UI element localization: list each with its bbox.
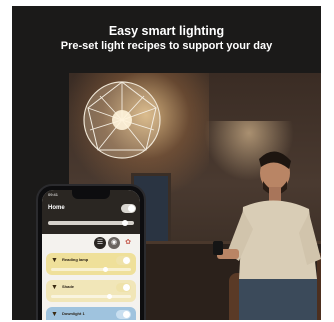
room-brightness-slider[interactable] (48, 220, 134, 226)
palette-icon[interactable]: ✿ (122, 237, 134, 249)
light-toggle[interactable] (116, 310, 131, 319)
headline: Easy smart lighting Pre-set light recipe… (12, 24, 321, 53)
light-card-reading-lamp[interactable]: ▼ Reading lamp (46, 253, 136, 275)
light-name: Downlight 1 (62, 311, 85, 316)
toggle-knob (123, 284, 130, 291)
lamp-icon: ▼ (51, 284, 58, 291)
smartphone: 09:41 Home ☰ ◉ ✿ ▼ Reading lamp ▼ Shade (36, 184, 146, 320)
man-with-phone (213, 151, 321, 320)
toggle-knob (123, 311, 130, 318)
slider-thumb[interactable] (122, 220, 128, 226)
headline-title: Easy smart lighting (108, 24, 225, 38)
light-brightness-slider[interactable] (51, 294, 131, 299)
light-name: Reading lamp (62, 257, 89, 262)
lamp-icon: ▼ (51, 311, 58, 318)
light-card-downlight-1[interactable]: ▼ Downlight 1 (46, 307, 136, 320)
phone-notch (72, 190, 110, 199)
light-brightness-slider[interactable] (51, 267, 131, 272)
light-card-shade[interactable]: ▼ Shade (46, 280, 136, 302)
promo-banner: Easy smart lighting Pre-set light recipe… (12, 6, 321, 320)
scenes-icon[interactable]: ☰ (94, 237, 106, 249)
status-time: 09:41 (48, 192, 59, 197)
lamp-icon: ▼ (51, 257, 58, 264)
toggle-knob (128, 205, 135, 212)
room-toggle[interactable] (121, 204, 136, 213)
color-picker-icon[interactable]: ◉ (108, 237, 120, 249)
phone-screen: 09:41 Home ☰ ◉ ✿ ▼ Reading lamp ▼ Shade (42, 190, 140, 320)
room-title: Home (48, 205, 65, 211)
light-name: Shade (62, 284, 75, 289)
pendant-lamp (83, 81, 161, 159)
light-toggle[interactable] (116, 256, 131, 265)
room-header: 09:41 Home (42, 190, 140, 234)
slider-thumb[interactable] (103, 267, 108, 272)
light-toggle[interactable] (116, 283, 131, 292)
toggle-knob (123, 257, 130, 264)
headline-subtitle: Pre-set light recipes to support your da… (60, 40, 273, 52)
slider-thumb[interactable] (107, 294, 112, 299)
